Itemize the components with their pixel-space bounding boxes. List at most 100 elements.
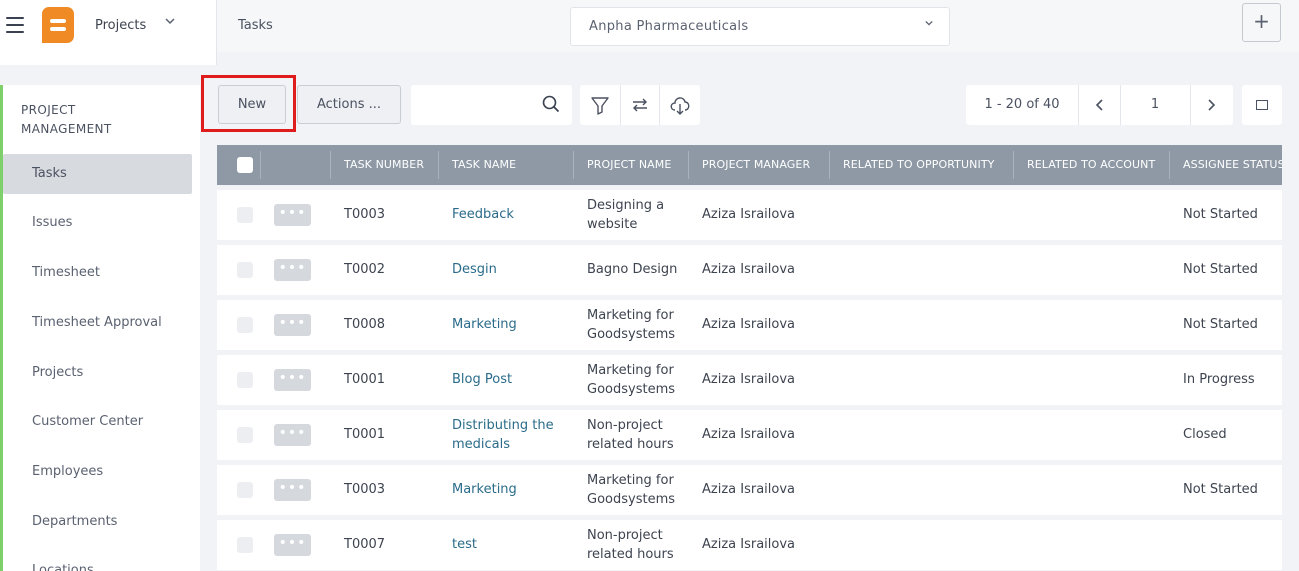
chevron-down-icon <box>165 16 175 29</box>
assignee-status: Not Started <box>1183 482 1258 497</box>
next-page-button[interactable] <box>1190 85 1232 125</box>
task-name-link[interactable]: Blog Post <box>452 370 512 389</box>
search-icon[interactable] <box>542 95 560 117</box>
task-number: T0003 <box>344 207 386 222</box>
project-name: Marketing for Goodsystems <box>587 363 676 397</box>
column-header-project-name[interactable]: PROJECT NAME <box>587 145 671 185</box>
chevron-down-icon <box>925 17 933 30</box>
row-actions-button[interactable]: ••• <box>274 369 311 391</box>
task-number: T0007 <box>344 537 386 552</box>
row-checkbox[interactable] <box>237 262 253 278</box>
layout-toggle-icon[interactable] <box>1242 85 1282 125</box>
sidebar-item-departments[interactable]: Departments <box>3 502 192 542</box>
sidebar-item-timesheet-approval[interactable]: Timesheet Approval <box>3 303 192 343</box>
breadcrumb: Tasks <box>238 18 273 33</box>
table-row[interactable]: ••• T0002 Desgin Bagno Design Aziza Isra… <box>217 245 1282 295</box>
sidebar-section-title: PROJECT MANAGEMENT <box>21 103 112 136</box>
assignee-status: Not Started <box>1183 317 1258 332</box>
column-header-project-manager[interactable]: PROJECT MANAGER <box>702 145 810 185</box>
project-manager: Aziza Israilova <box>702 207 796 222</box>
sidebar-item-tasks[interactable]: Tasks <box>3 154 192 194</box>
table-row[interactable]: ••• T0008 Marketing Marketing for Goodsys… <box>217 300 1282 350</box>
project-name: Designing a website <box>587 198 665 232</box>
task-number: T0002 <box>344 262 386 277</box>
sidebar: PROJECT MANAGEMENT Tasks Issues Timeshee… <box>0 85 200 571</box>
hamburger-menu-icon[interactable] <box>6 17 24 33</box>
row-checkbox[interactable] <box>237 482 253 498</box>
project-name: Marketing for Goodsystems <box>587 473 676 507</box>
project-manager: Aziza Israilova <box>702 482 796 497</box>
column-header-related-account[interactable]: RELATED TO ACCOUNT <box>1027 145 1155 185</box>
table-header: TASK NUMBER TASK NAME PROJECT NAME PROJE… <box>217 145 1282 185</box>
top-bar-brand-area: Projects <box>0 0 217 65</box>
project-manager: Aziza Israilova <box>702 262 796 277</box>
select-all-checkbox[interactable] <box>237 157 253 173</box>
highlight-box <box>201 75 296 132</box>
task-name-link[interactable]: Distributing the medicals <box>452 416 554 454</box>
project-name: Marketing for Goodsystems <box>587 308 676 342</box>
search-box <box>411 85 572 125</box>
module-switcher[interactable]: Projects <box>95 18 175 33</box>
row-actions-button[interactable]: ••• <box>274 314 311 336</box>
module-label: Projects <box>95 18 147 33</box>
assignee-status: Closed <box>1183 427 1227 442</box>
sidebar-item-projects[interactable]: Projects <box>3 353 192 393</box>
row-actions-button[interactable]: ••• <box>274 424 311 446</box>
sidebar-item-employees[interactable]: Employees <box>3 452 192 492</box>
company-select-value: Anpha Pharmaceuticals <box>589 19 749 34</box>
task-name-link[interactable]: Marketing <box>452 315 517 334</box>
task-number: T0001 <box>344 427 386 442</box>
app-logo <box>42 7 74 43</box>
list-tools <box>580 85 700 125</box>
sidebar-item-timesheet[interactable]: Timesheet <box>3 253 192 293</box>
task-name-link[interactable]: Desgin <box>452 260 497 279</box>
table-row[interactable]: ••• T0003 Marketing Marketing for Goodsys… <box>217 465 1282 515</box>
row-checkbox[interactable] <box>237 372 253 388</box>
task-number: T0008 <box>344 317 386 332</box>
row-checkbox[interactable] <box>237 537 253 553</box>
swap-icon[interactable] <box>620 85 660 125</box>
prev-page-button[interactable] <box>1078 85 1120 125</box>
row-checkbox[interactable] <box>237 207 253 223</box>
page-number-input[interactable]: 1 <box>1120 85 1190 125</box>
row-checkbox[interactable] <box>237 427 253 443</box>
pagination-range: 1 - 20 of 40 <box>984 97 1060 112</box>
table-row[interactable]: ••• T0001 Blog Post Marketing for Goodsys… <box>217 355 1282 405</box>
column-header-assignee-status[interactable]: ASSIGNEE STATUS <box>1183 145 1282 185</box>
task-number: T0003 <box>344 482 386 497</box>
company-select[interactable]: Anpha Pharmaceuticals <box>570 7 950 46</box>
project-name: Non-project related hours <box>587 418 674 452</box>
column-header-related-opportunity[interactable]: RELATED TO OPPORTUNITY <box>843 145 994 185</box>
project-manager: Aziza Israilova <box>702 427 796 442</box>
pagination: 1 - 20 of 40 1 <box>966 85 1233 125</box>
project-manager: Aziza Israilova <box>702 537 796 552</box>
project-manager: Aziza Israilova <box>702 317 796 332</box>
table-row[interactable]: ••• T0001 Distributing the medicals Non-p… <box>217 410 1282 460</box>
add-button[interactable]: + <box>1242 3 1281 42</box>
search-input[interactable] <box>417 91 537 119</box>
project-manager: Aziza Israilova <box>702 372 796 387</box>
row-actions-button[interactable]: ••• <box>274 534 311 556</box>
column-header-task-number[interactable]: TASK NUMBER <box>344 145 424 185</box>
task-name-link[interactable]: Marketing <box>452 480 517 499</box>
assignee-status: In Progress <box>1183 372 1255 387</box>
assignee-status: Not Started <box>1183 207 1258 222</box>
sidebar-item-locations[interactable]: Locations <box>3 551 192 571</box>
sidebar-item-customer-center[interactable]: Customer Center <box>3 402 192 442</box>
table-row[interactable]: ••• T0007 test Non-project related hours … <box>217 520 1282 570</box>
column-header-task-name[interactable]: TASK NAME <box>452 145 516 185</box>
project-name: Non-project related hours <box>587 528 674 562</box>
task-number: T0001 <box>344 372 386 387</box>
filter-icon[interactable] <box>580 85 620 125</box>
assignee-status: Not Started <box>1183 262 1258 277</box>
cloud-download-icon[interactable] <box>660 85 700 125</box>
row-actions-button[interactable]: ••• <box>274 259 311 281</box>
actions-button[interactable]: Actions ... <box>297 85 401 124</box>
task-name-link[interactable]: test <box>452 535 477 554</box>
task-name-link[interactable]: Feedback <box>452 205 514 224</box>
row-checkbox[interactable] <box>237 317 253 333</box>
sidebar-item-issues[interactable]: Issues <box>3 203 192 243</box>
row-actions-button[interactable]: ••• <box>274 204 311 226</box>
table-row[interactable]: ••• T0003 Feedback Designing a website Az… <box>217 190 1282 240</box>
row-actions-button[interactable]: ••• <box>274 479 311 501</box>
